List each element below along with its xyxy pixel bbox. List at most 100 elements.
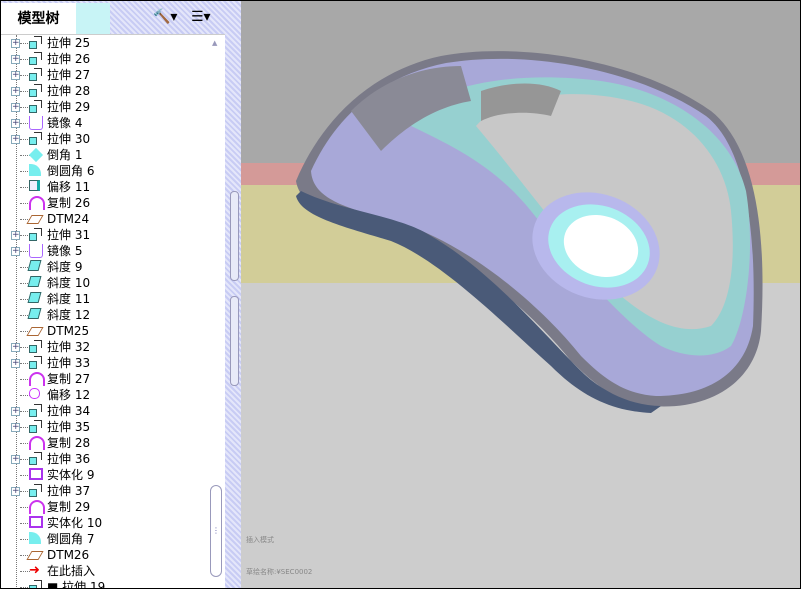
tree-item-label: 复制 26 <box>47 196 91 210</box>
extrude-icon <box>29 420 43 434</box>
model-tree-tab[interactable]: 模型树 <box>1 3 76 35</box>
list-settings-icon[interactable]: ☰▾ <box>191 9 211 25</box>
tree-item-label: 斜度 10 <box>47 276 91 290</box>
expand-icon[interactable]: + <box>11 39 20 48</box>
copy-icon <box>29 196 45 210</box>
expand-icon[interactable]: + <box>11 359 20 368</box>
expand-icon[interactable]: + <box>11 487 20 496</box>
copy-icon <box>29 436 45 450</box>
copy-icon <box>29 372 45 386</box>
tree-item-label: 镜像 5 <box>47 244 83 258</box>
offset-icon <box>29 180 43 194</box>
expand-icon[interactable]: + <box>11 135 20 144</box>
expand-icon[interactable]: + <box>11 423 20 432</box>
tree-item-label: 拉伸 26 <box>47 52 91 66</box>
tree-item-label: 拉伸 29 <box>47 100 91 114</box>
tree-item-label: 镜像 4 <box>47 116 83 130</box>
mode-status: 插入模式 <box>246 536 274 544</box>
copy-icon <box>29 500 45 514</box>
solidify-icon <box>29 468 43 482</box>
tree-item-label: 拉伸 27 <box>47 68 91 82</box>
offset2-icon <box>29 388 43 402</box>
draft-icon <box>27 260 43 274</box>
tree-item-label: 复制 27 <box>47 372 91 386</box>
tree-item-label: 实体化 9 <box>47 468 95 482</box>
scroll-up-icon[interactable]: ▲ <box>212 39 217 47</box>
expand-icon[interactable]: + <box>11 407 20 416</box>
expand-icon[interactable]: + <box>11 87 20 96</box>
datum-icon <box>26 212 44 226</box>
expand-icon[interactable]: + <box>11 247 20 256</box>
draft-icon <box>27 276 43 290</box>
datum-icon <box>26 324 44 338</box>
datum-icon <box>26 548 44 562</box>
tree-item-label: 拉伸 31 <box>47 228 91 242</box>
extrude-icon <box>29 484 43 498</box>
round-icon <box>29 164 43 178</box>
sketch-status: 草绘名称:¥SEC0002 <box>246 568 313 576</box>
extrude-icon <box>29 100 43 114</box>
draft-icon <box>27 292 43 306</box>
scroll-thumb[interactable]: ⋮ <box>210 485 222 577</box>
tree-item-label: 倒圆角 6 <box>47 164 95 178</box>
extrude-icon <box>29 580 43 588</box>
extrude-icon <box>29 68 43 82</box>
draft-icon <box>27 308 43 322</box>
tree-item-label: 拉伸 28 <box>47 84 91 98</box>
extrude-icon <box>29 52 43 66</box>
tree-scrollbar[interactable]: ▲ ⋮ <box>210 35 224 588</box>
tree-item-label: 拉伸 37 <box>47 484 91 498</box>
expand-icon[interactable]: + <box>11 231 20 240</box>
mirror-icon <box>29 116 43 130</box>
mouse-model <box>241 1 800 413</box>
chamfer-icon <box>28 147 44 163</box>
extrude-icon <box>29 452 43 466</box>
tree-item-label: DTM24 <box>47 212 90 226</box>
round-icon <box>29 532 43 546</box>
expand-icon[interactable]: + <box>11 119 20 128</box>
tree-item-label: 在此插入 <box>47 564 96 578</box>
tree-item-label: 拉伸 33 <box>47 356 91 370</box>
insert-arrow-icon: ➜ <box>29 563 40 578</box>
tree-item-label: ■ 拉伸 19 <box>47 580 106 588</box>
tree-item-label: 斜度 11 <box>47 292 91 306</box>
extrude-icon <box>29 228 43 242</box>
tree-item-label: 拉伸 25 <box>47 36 91 50</box>
expand-icon[interactable]: + <box>11 55 20 64</box>
tree-item-label: 斜度 9 <box>47 260 83 274</box>
tree-item-label: DTM26 <box>47 548 90 562</box>
tree-item-label: 倒圆角 7 <box>47 532 95 546</box>
hammer-icon[interactable]: 🔨▾ <box>153 9 177 25</box>
panel-splitter-handle[interactable] <box>230 296 239 386</box>
tree-item-label: 斜度 12 <box>47 308 91 322</box>
extrude-icon <box>29 36 43 50</box>
tree-item-label: 复制 28 <box>47 436 91 450</box>
3d-viewport[interactable]: 插入模式 草绘名称:¥SEC0002 <box>241 1 800 588</box>
tree-item-label: 复制 29 <box>47 500 91 514</box>
panel-splitter-handle[interactable] <box>230 191 239 281</box>
tab-strip <box>76 3 110 35</box>
extrude-icon <box>29 84 43 98</box>
tree-item-label: 偏移 12 <box>47 388 91 402</box>
tree-item-label: DTM25 <box>47 324 90 338</box>
expand-icon[interactable]: + <box>11 71 20 80</box>
tree-item-label: 拉伸 30 <box>47 132 91 146</box>
extrude-icon <box>29 404 43 418</box>
model-tree: + 拉伸 25 + 拉伸 26 + 拉伸 27 + 拉伸 28 + 拉伸 29 + 镜像 4 + 拉伸 3… <box>1 34 225 588</box>
tree-item-label: 拉伸 32 <box>47 340 91 354</box>
tree-item-label: 拉伸 35 <box>47 420 91 434</box>
extrude-icon <box>29 340 43 354</box>
solidify-icon <box>29 516 43 530</box>
tree-item-label: 拉伸 36 <box>47 452 91 466</box>
model-tree-panel: 模型树 🔨▾ ☰▾ + 拉伸 25 + 拉伸 26 + 拉伸 27 + 拉伸 28 + 拉伸 29… <box>1 1 241 588</box>
extrude-icon <box>29 356 43 370</box>
tree-item-label: 偏移 11 <box>47 180 91 194</box>
expand-icon[interactable]: + <box>11 343 20 352</box>
extrude-icon <box>29 132 43 146</box>
mirror-icon <box>29 244 43 258</box>
tree-item-label: 拉伸 34 <box>47 404 91 418</box>
tree-item-label: 倒角 1 <box>47 148 83 162</box>
tree-item-label: 实体化 10 <box>47 516 103 530</box>
expand-icon[interactable]: + <box>11 103 20 112</box>
expand-icon[interactable]: + <box>11 455 20 464</box>
